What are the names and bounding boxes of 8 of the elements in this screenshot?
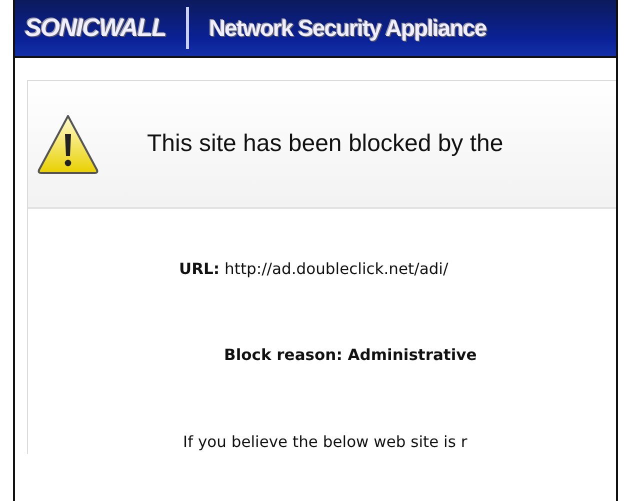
brand-logo: SONICWALL	[25, 16, 166, 40]
warning-icon	[36, 112, 100, 176]
header-separator	[186, 7, 189, 49]
product-title: Network Security Appliance	[209, 16, 486, 40]
info-text: If you believe the below web site is r	[183, 432, 468, 450]
url-line: URL: http://ad.doubleclick.net/adi/	[179, 260, 448, 278]
block-message: This site has been blocked by the	[147, 129, 504, 159]
block-reason: Block reason: Administrative	[224, 346, 477, 364]
